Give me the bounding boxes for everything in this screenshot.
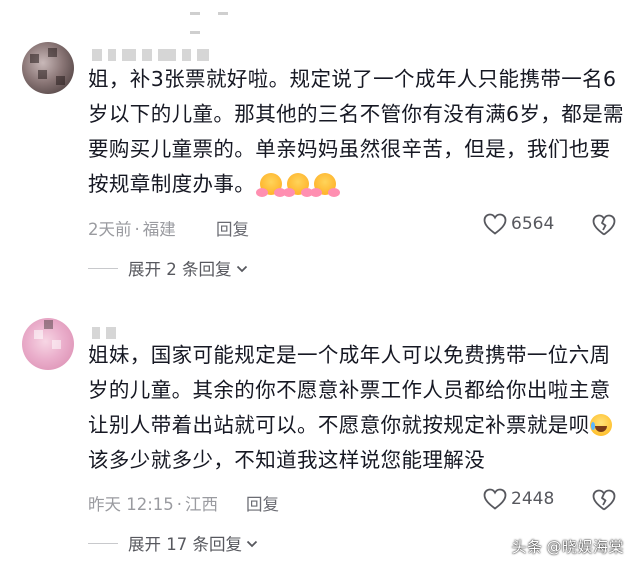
hugging-face-emoji-icon	[310, 173, 341, 197]
comment-location: 江西	[185, 495, 219, 514]
comment-time: 2天前	[88, 220, 132, 239]
broken-heart-icon[interactable]	[592, 214, 616, 236]
comment-body: 姐，补3张票就好啦。规定说了一个成年人只能携带一名6岁以下的儿童。那其他的三名不…	[88, 67, 624, 196]
meta-dot: ·	[176, 495, 183, 514]
avatar[interactable]	[22, 42, 74, 94]
avatar[interactable]	[22, 318, 74, 370]
like-count: 2448	[511, 489, 555, 509]
comment-body: 姐妹，国家可能规定是一个成年人可以免费携带一位六周岁的儿童。其余的你不愿意补票工…	[88, 343, 611, 437]
divider-line	[88, 267, 118, 269]
reply-button[interactable]: 回复	[246, 491, 279, 515]
expand-replies[interactable]: 展开 2 条回复	[88, 256, 248, 280]
comment-meta: 昨天 12:15 · 江西	[88, 491, 218, 515]
broken-heart-icon[interactable]	[592, 489, 616, 511]
comment-text: 姐妹，国家可能规定是一个成年人可以免费携带一位六周岁的儿童。其余的你不愿意补票工…	[88, 338, 628, 478]
watermark-handle: @晓娱海棠	[546, 538, 624, 556]
heart-icon	[483, 488, 507, 510]
reply-button[interactable]: 回复	[216, 216, 249, 240]
expand-replies-label: 展开 17 条回复	[128, 535, 242, 554]
chevron-down-icon	[246, 534, 258, 553]
watermark-brand: 头条	[511, 538, 543, 556]
top-cropped-content	[190, 0, 270, 34]
divider-line	[88, 542, 118, 544]
like-button[interactable]: 6564	[483, 213, 554, 235]
meta-dot: ·	[134, 220, 140, 239]
hugging-face-emoji-icon	[256, 173, 287, 197]
username-blurred[interactable]	[92, 322, 122, 339]
username-blurred[interactable]	[92, 44, 215, 61]
expand-replies-label: 展开 2 条回复	[128, 260, 232, 279]
laughing-tears-emoji-icon	[589, 414, 612, 436]
hugging-face-emoji-icon	[283, 173, 314, 197]
like-count: 6564	[511, 214, 555, 234]
watermark: 头条 @晓娱海棠	[511, 536, 624, 557]
comment-text: 姐，补3张票就好啦。规定说了一个成年人只能携带一名6岁以下的儿童。那其他的三名不…	[88, 62, 628, 202]
expand-replies[interactable]: 展开 17 条回复	[88, 531, 258, 555]
chevron-down-icon	[236, 259, 248, 278]
comment-location: 福建	[142, 220, 176, 239]
heart-icon	[483, 213, 507, 235]
comment-time: 昨天 12:15	[88, 495, 174, 514]
like-button[interactable]: 2448	[483, 488, 554, 510]
comment-body-continued: 该多少就多少，不知道我这样说您能理解没	[88, 448, 486, 472]
comment-meta: 2天前 · 福建	[88, 216, 176, 240]
